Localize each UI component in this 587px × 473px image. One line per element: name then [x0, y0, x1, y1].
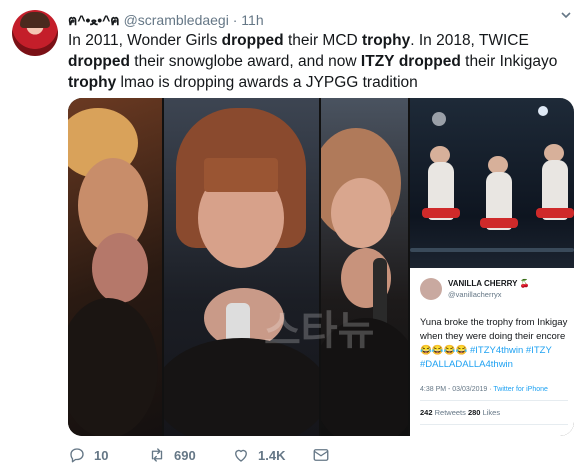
embedded-text: Yuna broke the trophy from Inkigay when …	[420, 316, 570, 372]
bold-keyword: trophy	[68, 74, 117, 91]
embedded-body: Yuna broke the trophy from Inkigay when …	[420, 317, 568, 342]
action-bar: 10 690 1.4K	[68, 446, 538, 466]
text-run: their Inkigayo	[460, 53, 558, 70]
user-handle[interactable]: @scrambledaegi	[124, 12, 229, 28]
bold-keyword: dropped	[68, 53, 130, 70]
media-grid[interactable]: 스타뉴 VANILLA CHERRY 🍒 @vanillacherryx Yun…	[68, 98, 574, 436]
embedded-timestamp: 4:38 PM - 03/03/2019 ·	[420, 386, 494, 393]
divider	[420, 400, 568, 401]
timestamp[interactable]: 11h	[241, 12, 263, 28]
photo-twice[interactable]	[164, 98, 319, 436]
bold-keyword: ITZY	[360, 53, 395, 70]
embedded-source: Twitter for iPhone	[493, 386, 548, 393]
embedded-stats: 242 Retweets 280 Likes	[420, 408, 500, 417]
embedded-like-label: Likes	[482, 408, 501, 417]
separator-dot: ·	[232, 12, 238, 28]
tweet-header: ฅ^•ﻌ•^ฅ @scrambledaegi · 11h	[68, 10, 264, 32]
retweet-count: 690	[174, 447, 196, 463]
stage-photo	[410, 98, 574, 268]
reply-count: 10	[94, 447, 109, 463]
reply-icon	[70, 448, 84, 463]
avatar[interactable]	[12, 10, 58, 56]
bold-keyword: dropped	[398, 53, 461, 70]
embedded-like-count: 280	[467, 408, 481, 417]
retweet-icon	[151, 448, 163, 462]
divider	[420, 424, 568, 425]
retweet-button[interactable]: 690	[148, 446, 196, 464]
photo-wonder-girls[interactable]	[68, 98, 162, 436]
text-run: In 2011, Wonder Girls	[68, 32, 222, 49]
heart-icon	[235, 449, 247, 462]
watermark: 스타뉴	[264, 309, 375, 353]
photo-itzy[interactable]	[321, 98, 408, 436]
mail-icon	[313, 449, 329, 461]
embedded-avatar	[420, 278, 442, 300]
tweet-text: In 2011, Wonder Girls dropped their MCD …	[68, 30, 573, 93]
text-run: . In 2018, TWICE	[410, 32, 529, 49]
bold-keyword: dropped	[221, 32, 284, 49]
like-button[interactable]: 1.4K	[232, 446, 285, 464]
chevron-down-icon[interactable]	[561, 10, 571, 20]
embedded-emojis: 😂😂😂😂	[420, 345, 468, 356]
dm-button[interactable]	[312, 446, 330, 464]
reply-button[interactable]: 10	[68, 446, 108, 464]
like-count: 1.4K	[258, 447, 286, 463]
embedded-meta: 4:38 PM - 03/03/2019 · Twitter for iPhon…	[420, 386, 548, 393]
embedded-retweet-count: 242	[420, 408, 433, 417]
embedded-display-name: VANILLA CHERRY 🍒	[448, 279, 530, 288]
tweet[interactable]: ฅ^•ﻌ•^ฅ @scrambledaegi · 11h In 2011, Wo…	[0, 0, 587, 473]
embedded-handle: @vanillacherryx	[448, 290, 502, 299]
text-run: their snowglobe award, and now	[130, 53, 361, 70]
text-run: their MCD	[283, 32, 363, 49]
text-run: lmao is dropping awards a JYPGG traditio…	[116, 74, 418, 91]
embedded-retweet-label: Retweets	[434, 408, 466, 417]
display-name[interactable]: ฅ^•ﻌ•^ฅ	[68, 12, 120, 28]
embedded-tweet-screenshot[interactable]: VANILLA CHERRY 🍒 @vanillacherryx Yuna br…	[410, 98, 574, 436]
bold-keyword: trophy	[362, 32, 411, 49]
